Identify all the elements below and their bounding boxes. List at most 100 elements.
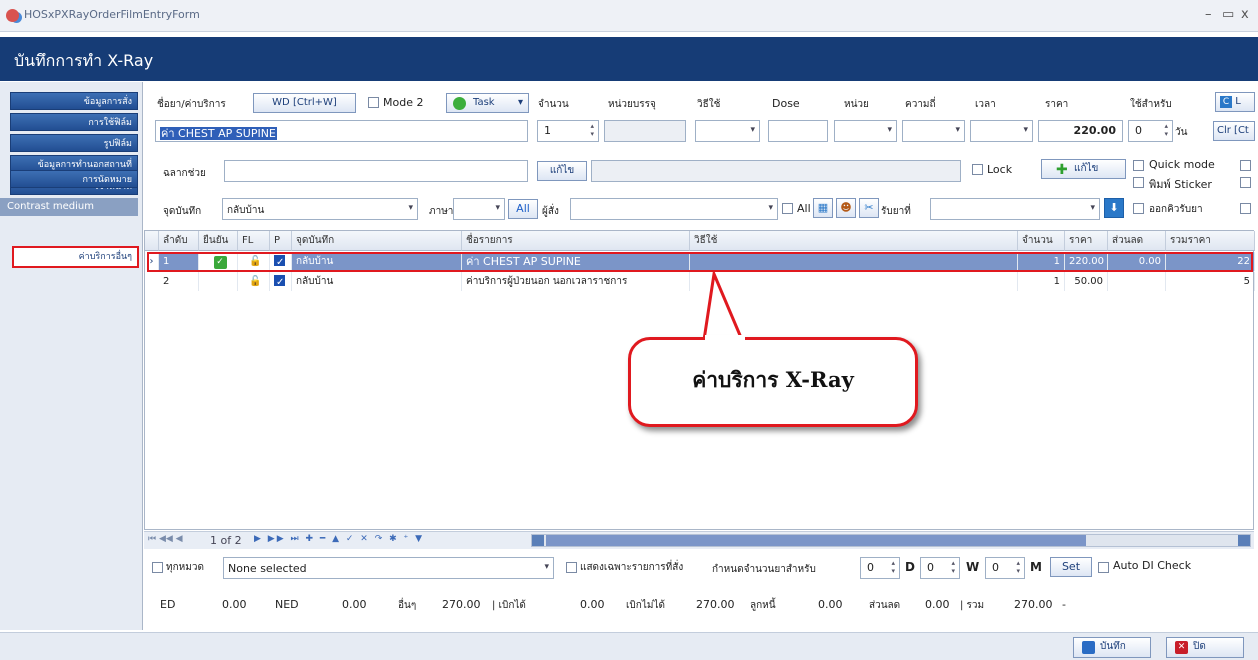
pack-unit-field (604, 120, 686, 142)
calendar-icon[interactable]: ▦ (813, 198, 833, 218)
nav-first-icon[interactable]: ⏮ ◀◀ ◀ (148, 534, 183, 544)
header-seq[interactable]: ลำดับ (159, 231, 199, 251)
qty-stepper[interactable]: 1 (537, 120, 599, 142)
orderer-select[interactable] (570, 198, 778, 220)
l-button[interactable]: C L (1215, 92, 1255, 112)
sidebar-item-film-image[interactable]: รูปฟิล์ม (10, 134, 138, 152)
record-point-select[interactable]: กลับบ้าน (222, 198, 418, 220)
queue-checkbox[interactable] (1133, 203, 1144, 214)
sidebar-item-appointment[interactable]: การนัดหมาย (10, 170, 138, 188)
task-button[interactable]: Task ▾ (446, 93, 529, 113)
w-stepper[interactable]: 0 (920, 557, 960, 579)
user-icon[interactable]: ☻ (836, 198, 856, 218)
header-item-name[interactable]: ชื่อรายการ (462, 231, 690, 251)
edit-label-button[interactable]: แก้ไข (537, 161, 587, 181)
extra-checkbox-1[interactable] (1240, 160, 1251, 171)
sidebar-item-other-charges[interactable]: ค่าบริการอื่นๆ (12, 246, 139, 268)
header-discount[interactable]: ส่วนลด (1108, 231, 1166, 251)
usage-select[interactable] (695, 120, 760, 142)
row-highlight-frame (147, 252, 1253, 272)
scroll-right-button[interactable] (1238, 535, 1250, 546)
time-select[interactable] (970, 120, 1033, 142)
total-suffix: - (1062, 598, 1066, 611)
header-price[interactable]: ราคา (1065, 231, 1108, 251)
row-indicator-header (145, 231, 159, 251)
orderer-label: ผู้สั่ง (542, 206, 559, 217)
row-p-checkbox[interactable] (270, 272, 292, 291)
non-claimable-value: 270.00 (696, 598, 735, 611)
close-window-button[interactable]: x (1241, 7, 1249, 22)
total-value: 270.00 (1014, 598, 1053, 611)
save-icon (1082, 641, 1095, 654)
show-only-ordered-checkbox[interactable] (566, 562, 577, 573)
col-dose: Dose (772, 97, 800, 110)
sidebar: ข้อมูลการสั่ง การใช้ฟิล์ม รูปฟิล์ม ข้อมู… (0, 82, 143, 630)
sidebar-item-contrast-medium[interactable]: Contrast medium (0, 198, 138, 216)
ed-value: 0.00 (222, 598, 247, 611)
edit-add-button[interactable]: ✚ แก้ไข (1041, 159, 1126, 179)
auto-di-checkbox[interactable] (1098, 562, 1109, 573)
arrow-down-icon[interactable]: ⬇ (1104, 198, 1124, 218)
other-value: 270.00 (442, 598, 481, 611)
scissors-icon[interactable]: ✂ (859, 198, 879, 218)
frequency-select[interactable] (902, 120, 965, 142)
lock-checkbox[interactable] (972, 164, 983, 175)
header-qty[interactable]: จำนวน (1018, 231, 1065, 251)
drug-input[interactable]: ค่า CHEST AP SUPINE (155, 120, 528, 142)
col-pack-unit: หน่วยบรรจุ (608, 99, 656, 110)
days-stepper[interactable]: 0 (1128, 120, 1173, 142)
save-button[interactable]: บันทึก (1073, 637, 1151, 658)
header-total[interactable]: รวมราคา (1166, 231, 1255, 251)
auto-di-label: Auto DI Check (1113, 559, 1192, 572)
cell-record-point: กลับบ้าน (292, 272, 462, 291)
col-price: ราคา (1045, 99, 1069, 110)
print-sticker-checkbox[interactable] (1133, 177, 1144, 188)
scroll-left-button[interactable] (532, 535, 544, 546)
scroll-thumb[interactable] (546, 535, 1086, 546)
task-icon (453, 97, 466, 110)
mode2-checkbox[interactable] (368, 97, 379, 108)
dose-input[interactable] (768, 120, 828, 142)
m-stepper[interactable]: 0 (985, 557, 1025, 579)
clr-button[interactable]: Clr [Ct (1213, 121, 1255, 141)
header-record-point[interactable]: จุดบันทึก (292, 231, 462, 251)
category-select[interactable]: None selected (223, 557, 554, 579)
debtor-label: ลูกหนี้ (750, 600, 776, 611)
all-language-button[interactable]: All (508, 199, 538, 219)
maximize-button[interactable]: ▭ (1222, 7, 1234, 22)
horizontal-scrollbar[interactable] (531, 534, 1251, 547)
header-p[interactable]: P (270, 231, 292, 251)
all-category-label: ทุกหมวด (166, 562, 204, 573)
receive-at-select[interactable] (930, 198, 1100, 220)
pager-text: 1 of 2 (210, 534, 242, 547)
price-field[interactable]: 220.00 (1038, 120, 1123, 142)
wd-button[interactable]: WD [Ctrl+W] (253, 93, 356, 113)
sidebar-item-film-usage[interactable]: การใช้ฟิล์ม (10, 113, 138, 131)
quick-mode-checkbox[interactable] (1133, 160, 1144, 171)
language-select[interactable] (453, 198, 505, 220)
col-unit: หน่วย (844, 99, 869, 110)
extra-checkbox-3[interactable] (1240, 203, 1251, 214)
record-point-label: จุดบันทึก (163, 206, 202, 217)
all-orderer-label: All (797, 202, 811, 215)
col-usage: วิธีใช้ (697, 99, 721, 110)
header-confirm[interactable]: ยืนยัน (199, 231, 238, 251)
cell-discount (1108, 272, 1166, 291)
close-button[interactable]: ✕ ปิด (1166, 637, 1244, 658)
set-button[interactable]: Set (1050, 557, 1092, 577)
claimable-label: | เบิกได้ (492, 600, 526, 611)
header-usage[interactable]: วิธีใช้ (690, 231, 1018, 251)
all-category-checkbox[interactable] (152, 562, 163, 573)
header-fl[interactable]: FL (238, 231, 270, 251)
extra-checkbox-2[interactable] (1240, 177, 1251, 188)
all-orderer-checkbox[interactable] (782, 203, 793, 214)
helper-label-input[interactable] (224, 160, 528, 182)
label-display-field (591, 160, 961, 182)
plus-icon: ✚ (1056, 162, 1068, 178)
sidebar-item-order-info[interactable]: ข้อมูลการสั่ง (10, 92, 138, 110)
unit-select[interactable] (834, 120, 897, 142)
nav-controls-icon[interactable]: ▶ ▶▶ ⏭ ✚ ━ ▲ ✓ ✕ ↷ ✱ ⁺ ▼ (254, 534, 424, 544)
callout-text: ค่าบริการ X-Ray (692, 367, 854, 392)
d-stepper[interactable]: 0 (860, 557, 900, 579)
minimize-button[interactable]: – (1205, 7, 1212, 22)
